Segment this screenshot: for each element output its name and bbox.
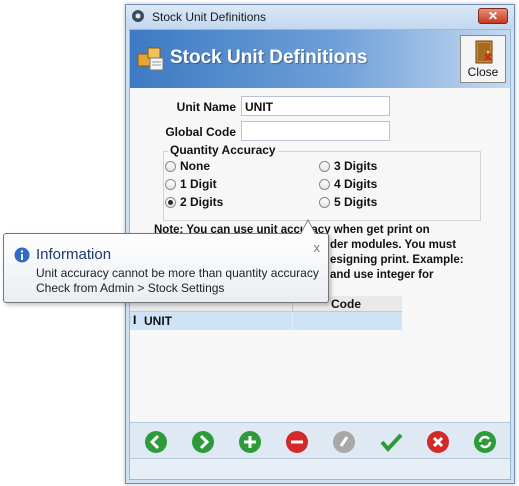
first-icon[interactable]	[143, 429, 169, 455]
cell-unit-name[interactable]: UNIT	[144, 314, 172, 328]
radio-none[interactable]: None	[165, 159, 210, 173]
cell-code[interactable]	[292, 312, 293, 330]
radio-label: 1 Digit	[180, 177, 217, 191]
banner-title: Stock Unit Definitions	[170, 47, 368, 68]
tooltip-message-line: Check from Admin > Stock Settings	[36, 281, 225, 295]
navigation-toolbar	[130, 422, 510, 461]
boxes-icon	[137, 47, 164, 71]
window-title: Stock Unit Definitions	[152, 10, 267, 24]
status-bar	[130, 458, 510, 479]
quantity-accuracy-title: Quantity Accuracy	[168, 143, 278, 157]
quantity-accuracy-group: Quantity Accuracy None 1 Digit 2 Digits …	[163, 143, 481, 221]
tooltip-title: Information	[36, 246, 112, 263]
row-cursor: I	[133, 313, 137, 327]
radio-circle-selected	[165, 197, 176, 208]
delete-icon[interactable]	[284, 429, 310, 455]
global-code-label: Global Code	[165, 125, 236, 139]
info-icon	[14, 247, 30, 263]
app-icon	[132, 10, 144, 22]
radio-circle	[319, 161, 330, 172]
window-close-button[interactable]: ✕	[478, 8, 508, 24]
unit-name-input[interactable]: UNIT	[241, 96, 390, 116]
radio-label: None	[180, 159, 210, 173]
tooltip-pointer-fill	[301, 221, 315, 234]
radio-circle	[319, 197, 330, 208]
refresh-icon[interactable]	[472, 429, 498, 455]
add-icon[interactable]	[237, 429, 263, 455]
tooltip-message-line: Unit accuracy cannot be more than quanti…	[36, 266, 319, 280]
door-exit-icon	[475, 40, 493, 64]
save-icon[interactable]	[378, 429, 404, 455]
radio-2-digits[interactable]: 2 Digits	[165, 195, 223, 209]
radio-label: 3 Digits	[334, 159, 378, 173]
cancel-icon[interactable]	[425, 429, 451, 455]
tooltip-close-button[interactable]: x	[314, 240, 321, 255]
radio-circle	[165, 161, 176, 172]
radio-label: 2 Digits	[180, 195, 224, 209]
close-button[interactable]: Close	[460, 35, 506, 83]
unit-name-label: Unit Name	[176, 100, 236, 114]
edit-icon[interactable]	[331, 429, 357, 455]
radio-circle	[319, 179, 330, 190]
title-bar[interactable]: Stock Unit Definitions ✕	[126, 5, 514, 29]
header-banner: Stock Unit Definitions Close	[130, 30, 510, 88]
close-button-label: Close	[467, 65, 499, 79]
radio-5-digits[interactable]: 5 Digits	[319, 195, 377, 209]
radio-1-digit[interactable]: 1 Digit	[165, 177, 217, 191]
information-tooltip[interactable]: Information x Unit accuracy cannot be mo…	[3, 233, 329, 303]
radio-3-digits[interactable]: 3 Digits	[319, 159, 377, 173]
radio-circle	[165, 179, 176, 190]
radio-4-digits[interactable]: 4 Digits	[319, 177, 377, 191]
global-code-input[interactable]	[241, 121, 390, 141]
next-icon[interactable]	[190, 429, 216, 455]
table-row[interactable]: I UNIT	[130, 312, 402, 330]
radio-label: 5 Digits	[334, 195, 378, 209]
radio-label: 4 Digits	[334, 177, 378, 191]
